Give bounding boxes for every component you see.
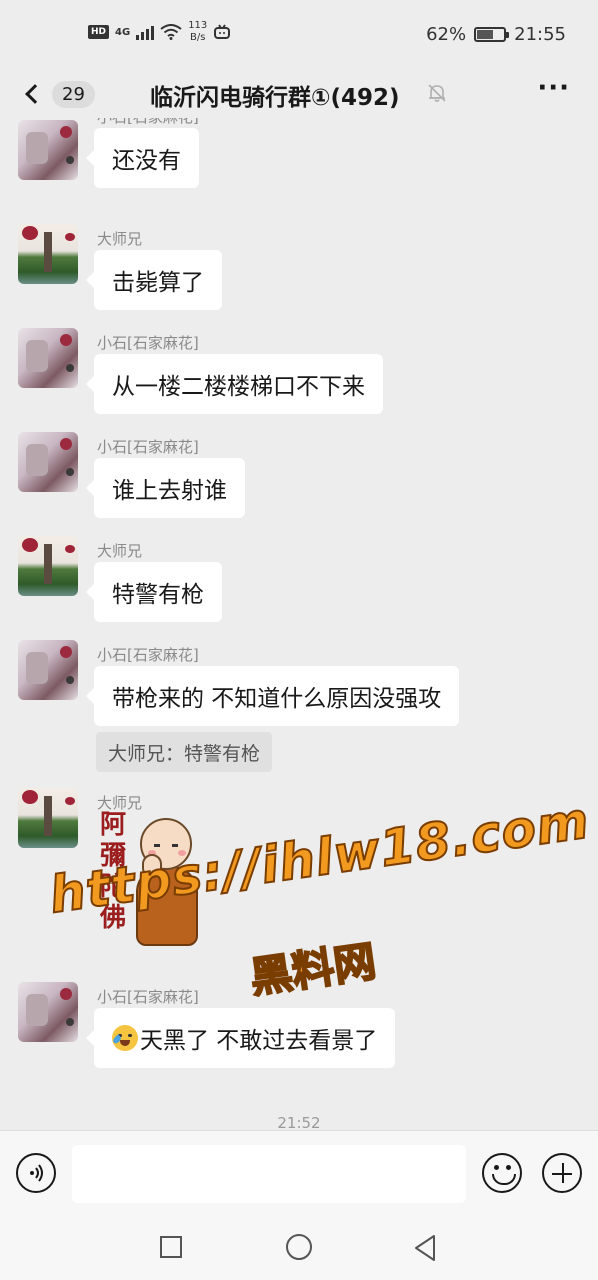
- message-bubble[interactable]: 天黑了 不敢过去看景了: [85, 1008, 396, 1068]
- home-button[interactable]: [286, 1234, 312, 1260]
- tear-icon: [111, 1034, 123, 1045]
- unread-count-badge: 29: [52, 80, 95, 108]
- message-bubble[interactable]: 带枪来的 不知道什么原因没强攻: [85, 666, 460, 726]
- sender-avatar[interactable]: [18, 432, 78, 492]
- input-bar: [0, 1130, 598, 1212]
- sender-avatar[interactable]: [18, 536, 78, 596]
- system-navigation-bar: [0, 1212, 598, 1280]
- voice-button[interactable]: [16, 1153, 56, 1193]
- status-right: 62% 21:55: [426, 24, 566, 45]
- sender-name: 大师兄: [97, 542, 143, 560]
- battery-percent: 62%: [426, 24, 467, 45]
- battery-fill: [477, 30, 494, 39]
- message-bubble[interactable]: 还没有: [86, 128, 199, 188]
- sender-name: 大师兄: [97, 230, 143, 248]
- signal-icon: [136, 24, 155, 40]
- sender-avatar[interactable]: [18, 328, 78, 388]
- emoji-button[interactable]: [482, 1153, 522, 1193]
- mute-bell-icon: [428, 84, 446, 102]
- hd-badge: HD: [88, 25, 110, 39]
- voice-icon: [30, 1164, 43, 1182]
- chat-area[interactable]: 小石[石家麻花] 还没有 大师兄 击毙算了 小石[石家麻花] 从一楼二楼楼梯口不…: [0, 118, 598, 1130]
- chat-header: 29 临沂闪电骑行群①(492) ···: [0, 70, 598, 118]
- network-type: 4G: [115, 26, 131, 38]
- back-button[interactable]: 29: [18, 76, 98, 112]
- net-speed: 113 B/s: [188, 20, 207, 44]
- system-back-button[interactable]: [412, 1234, 438, 1262]
- clock: 21:55: [514, 24, 566, 45]
- status-left: HD 4G 113 B/s: [88, 20, 231, 44]
- message-bubble[interactable]: 谁上去射谁: [86, 458, 245, 518]
- sender-avatar[interactable]: [18, 640, 78, 700]
- status-bar: HD 4G 113 B/s 62% 21:55: [0, 0, 598, 70]
- message-input[interactable]: [72, 1145, 466, 1203]
- back-chevron-icon: [25, 84, 45, 104]
- time-divider: 21:52: [277, 1114, 321, 1130]
- crying-laughing-emoji-icon: [111, 1025, 138, 1051]
- more-actions-button[interactable]: [542, 1153, 582, 1193]
- quoted-reply[interactable]: 大师兄：特警有枪: [96, 732, 273, 772]
- watermark-overlay: https://ihlw18.com 黑料网: [45, 790, 594, 1003]
- recent-apps-button[interactable]: [160, 1236, 182, 1258]
- watermark-text: 黑料网: [246, 935, 380, 1003]
- message-bubble[interactable]: 特警有枪: [86, 562, 222, 622]
- message-bubble[interactable]: 击毙算了: [86, 250, 222, 310]
- sender-name: 小石[石家麻花]: [97, 646, 199, 664]
- net-speed-value: 113: [188, 20, 208, 31]
- sender-avatar[interactable]: [18, 788, 78, 848]
- sender-name: 小石[石家麻花]: [97, 438, 199, 456]
- sender-name: 小石[石家麻花]: [97, 334, 199, 352]
- sender-avatar[interactable]: [18, 120, 78, 180]
- sender-name: 小石[石家麻花]: [97, 118, 199, 127]
- chat-title: 临沂闪电骑行群①(492): [150, 85, 400, 111]
- more-options-button[interactable]: ···: [537, 75, 570, 101]
- tv-icon: [214, 24, 231, 39]
- message-bubble[interactable]: 从一楼二楼楼梯口不下来: [86, 354, 383, 414]
- sender-avatar[interactable]: [18, 224, 78, 284]
- message-text: 天黑了 不敢过去看景了: [140, 1028, 378, 1054]
- battery-icon: [474, 27, 510, 42]
- wifi-icon: [160, 24, 182, 40]
- net-speed-unit: B/s: [190, 32, 206, 43]
